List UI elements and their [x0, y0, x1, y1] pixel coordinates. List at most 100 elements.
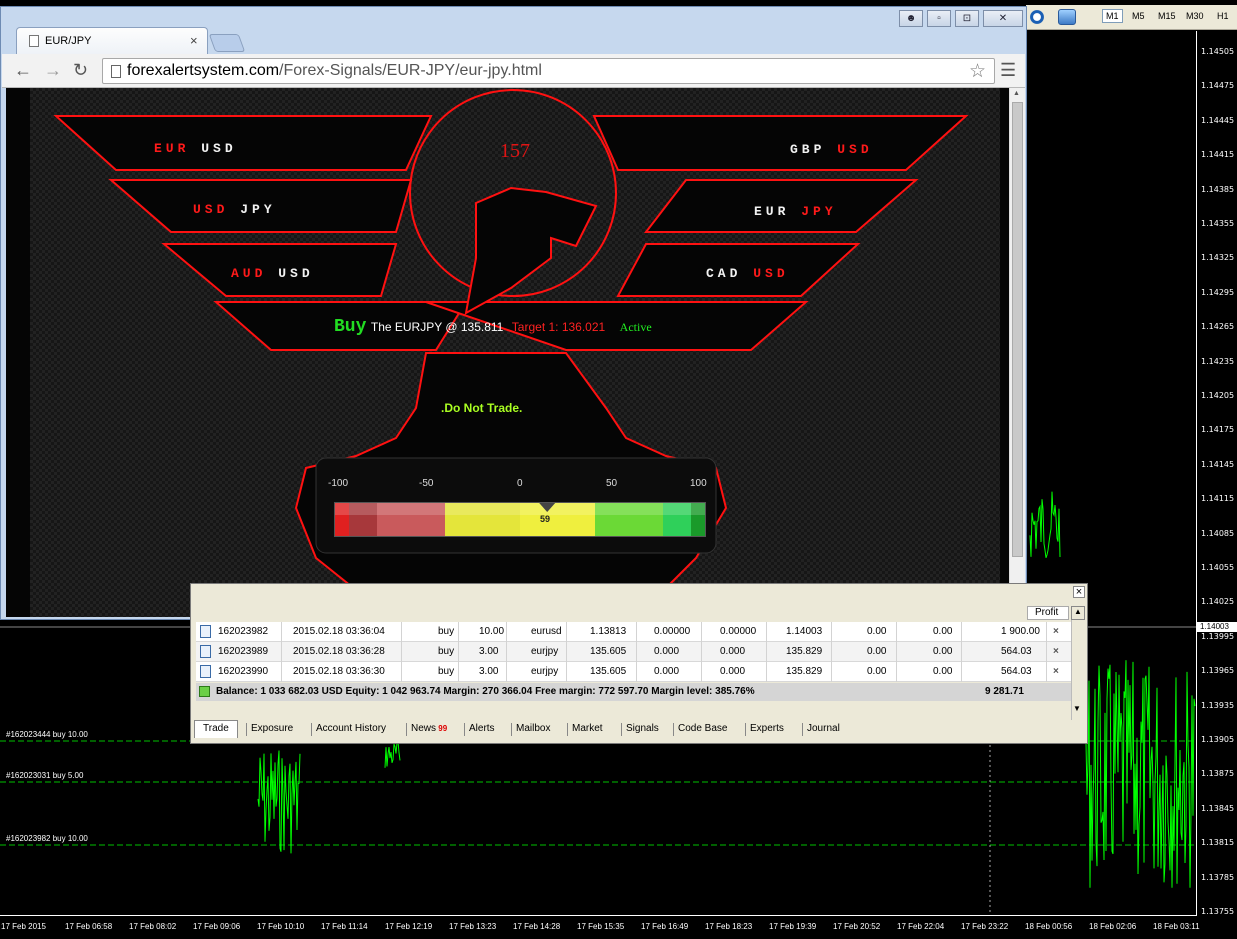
bookmark-star-icon[interactable]: ☆ — [969, 60, 986, 83]
cell-type: buy — [438, 626, 455, 637]
profit-column-header[interactable]: Profit — [1027, 606, 1069, 620]
pair-base: AUD — [231, 266, 267, 281]
cell-separator — [636, 662, 637, 682]
pair-eurusd[interactable]: EUR USD — [154, 141, 237, 156]
clock-icon[interactable] — [1028, 9, 1046, 25]
tab-separator — [464, 723, 465, 736]
time-tick: 17 Feb 12:19 — [385, 922, 433, 931]
pair-base: USD — [193, 202, 229, 217]
new-tab-button[interactable] — [208, 34, 246, 52]
table-row[interactable]: 162023989 2015.02.18 03:36:28 buy 3.00 eurjp… — [196, 642, 1071, 662]
chart-template-icon[interactable] — [1058, 9, 1076, 25]
cell-ticket: 162023990 — [218, 666, 269, 677]
address-bar[interactable]: forexalertsystem.com/Forex-Signals/EUR-J… — [102, 58, 995, 84]
pair-quote: USD — [753, 266, 789, 281]
scroll-down-icon[interactable]: ▼ — [1073, 704, 1081, 713]
timeframe-m15[interactable]: M15 — [1158, 11, 1176, 21]
time-tick: 17 Feb 20:52 — [833, 922, 881, 931]
cell-comm: 0.00 — [867, 646, 887, 657]
cell-separator — [281, 622, 282, 642]
cell-separator — [281, 642, 282, 662]
tab-alerts[interactable]: Alerts — [469, 723, 495, 734]
tab-mailbox[interactable]: Mailbox — [516, 723, 550, 734]
close-order-icon[interactable]: × — [1053, 646, 1059, 657]
timeframe-m5[interactable]: M5 — [1132, 11, 1145, 21]
cell-ticket: 162023982 — [218, 626, 269, 637]
cell-tp: 0.000 — [720, 646, 746, 657]
menu-icon[interactable]: ☰ — [1000, 61, 1016, 79]
pair-base: CAD — [706, 266, 742, 281]
terminal-scrollbar[interactable]: ▼ — [1071, 620, 1085, 720]
cell-size: 10.00 — [479, 626, 505, 637]
cell-swap: 0.00 — [933, 626, 953, 637]
tab-news[interactable]: News 99 — [411, 723, 447, 734]
price-tick: 1.14175 — [1201, 425, 1235, 435]
cell-ticket: 162023989 — [218, 646, 269, 657]
timeframe-m1[interactable]: M1 — [1102, 9, 1123, 23]
price-candles — [257, 750, 301, 854]
cell-separator — [636, 622, 637, 642]
close-order-icon[interactable]: × — [1053, 626, 1059, 637]
pair-audusd[interactable]: AUD USD — [231, 266, 314, 281]
pair-eurjpy[interactable]: EUR JPY — [754, 204, 837, 219]
cell-time: 2015.02.18 03:36:04 — [293, 626, 385, 637]
tab-close-icon[interactable]: × — [190, 33, 198, 48]
cell-price: 1.13813 — [590, 626, 627, 637]
minimize-button[interactable]: ▫ — [927, 10, 951, 27]
cell-profit: 1 900.00 — [1001, 626, 1040, 637]
tab-exposure[interactable]: Exposure — [251, 723, 293, 734]
url-text[interactable]: forexalertsystem.com/Forex-Signals/EUR-J… — [127, 62, 542, 80]
cell-separator — [458, 622, 459, 642]
tab-separator — [311, 723, 312, 736]
tab-code-base[interactable]: Code Base — [678, 723, 727, 734]
terminal-panel: × Profit ▲ 162023982 2015.02.18 03:36:04 b… — [190, 583, 1088, 744]
page-scrollbar[interactable]: ▲ ▼ — [1009, 88, 1025, 617]
cell-separator — [896, 662, 897, 682]
restore-button[interactable]: ⊡ — [955, 10, 979, 27]
scroll-up-icon[interactable]: ▲ — [1071, 606, 1085, 620]
pair-gbpusd[interactable]: GBP USD — [790, 142, 873, 157]
gauge-tick: 50 — [606, 478, 618, 489]
forward-icon[interactable]: → — [44, 60, 62, 80]
close-button[interactable]: ✕ — [983, 10, 1023, 27]
news-count-badge: 99 — [436, 724, 448, 733]
timeframe-m30[interactable]: M30 — [1186, 11, 1204, 21]
close-order-icon[interactable]: × — [1053, 666, 1059, 677]
tab-market[interactable]: Market — [572, 723, 603, 734]
table-row[interactable]: 162023990 2015.02.18 03:36:30 buy 3.00 eurjp… — [196, 662, 1071, 682]
cell-separator — [566, 642, 567, 662]
terminal-close-icon[interactable]: × — [1073, 586, 1085, 598]
pair-quote: USD — [278, 266, 314, 281]
timeframe-h1[interactable]: H1 — [1217, 11, 1229, 21]
back-icon[interactable]: ← — [14, 60, 32, 80]
browser-tab[interactable]: EUR/JPY × — [16, 27, 208, 55]
price-tick: 1.14295 — [1201, 287, 1235, 297]
pair-base: EUR — [754, 204, 790, 219]
tab-trade[interactable]: Trade — [194, 720, 238, 738]
tab-experts[interactable]: Experts — [750, 723, 784, 734]
scroll-thumb[interactable] — [1012, 102, 1023, 557]
price-candles — [1084, 660, 1196, 888]
tab-separator — [621, 723, 622, 736]
gauge-tick: -50 — [419, 478, 434, 489]
table-row[interactable]: 162023982 2015.02.18 03:36:04 buy 10.00 euru… — [196, 622, 1071, 642]
total-profit: 9 281.71 — [985, 686, 1024, 697]
tab-signals[interactable]: Signals — [626, 723, 659, 734]
scroll-up-icon[interactable]: ▲ — [1013, 90, 1020, 97]
tab-account-history[interactable]: Account History — [316, 723, 386, 734]
price-candles — [1029, 491, 1061, 558]
cell-separator — [281, 662, 282, 682]
signal-pair: The EURJPY @ 135.811 — [370, 320, 504, 334]
pair-quote: USD — [837, 142, 873, 157]
reload-icon[interactable]: ↻ — [73, 60, 88, 80]
cell-profit: 564.03 — [1001, 646, 1032, 657]
gauge-value: 59 — [540, 514, 551, 524]
price-tick: 1.13875 — [1201, 769, 1235, 779]
pair-usdjpy[interactable]: USD JPY — [193, 202, 276, 217]
tab-journal[interactable]: Journal — [807, 723, 840, 734]
url-domain: forexalertsystem.com — [127, 62, 280, 79]
user-button[interactable]: ☻ — [899, 10, 923, 27]
cell-tp: 0.00000 — [720, 626, 757, 637]
gauge-fill — [335, 503, 705, 536]
pair-cadusd[interactable]: CAD USD — [706, 266, 789, 281]
